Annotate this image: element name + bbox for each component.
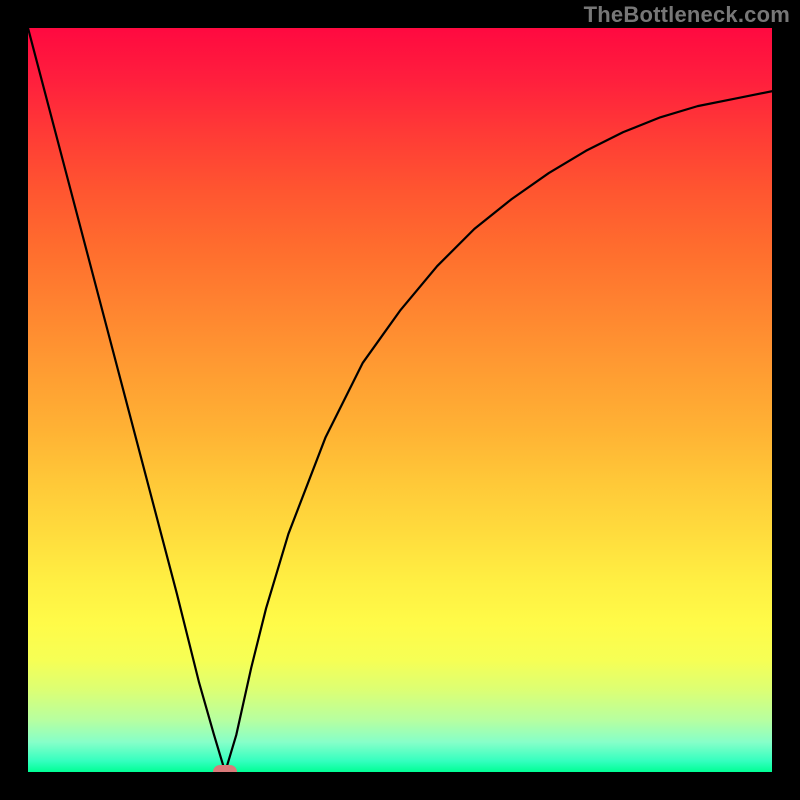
chart-frame: TheBottleneck.com — [0, 0, 800, 800]
watermark-text: TheBottleneck.com — [584, 2, 790, 28]
minimum-marker — [213, 765, 237, 772]
plot-area — [28, 28, 772, 772]
curve-path — [28, 28, 772, 772]
curve-layer — [28, 28, 772, 772]
